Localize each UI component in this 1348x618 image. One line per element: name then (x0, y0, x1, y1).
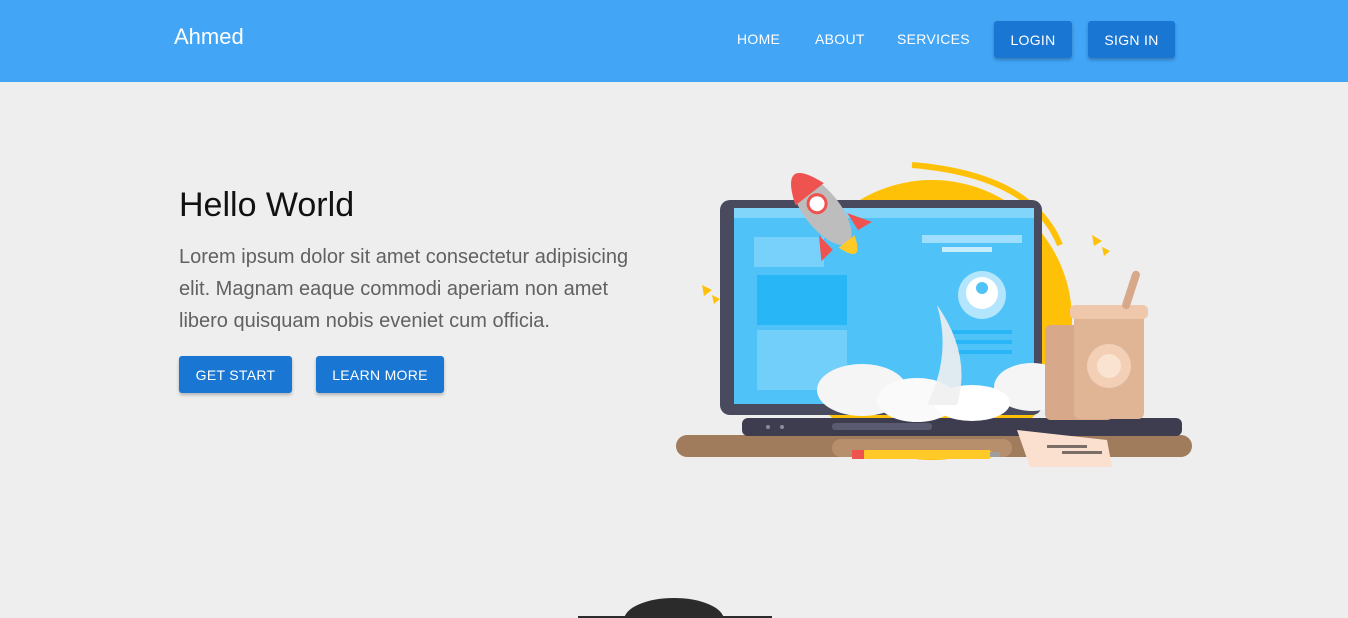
hero-title: Hello World (179, 186, 355, 224)
top-navbar: Ahmed HOME ABOUT SERVICES LOGIN SIGN IN (0, 0, 1348, 82)
bottom-decoration-shape (578, 598, 772, 618)
laptop-rocket-illustration (676, 162, 1192, 467)
nav-home-link[interactable]: HOME (737, 31, 780, 47)
brand-logo[interactable]: Ahmed (174, 24, 244, 50)
learn-more-button[interactable]: LEARN MORE (316, 356, 444, 393)
get-start-button[interactable]: GET START (179, 356, 292, 393)
laptop-base-shape (742, 418, 1182, 436)
nav-about-link[interactable]: ABOUT (815, 31, 865, 47)
nav-services-link[interactable]: SERVICES (897, 31, 970, 47)
hero-description: Lorem ipsum dolor sit amet consectetur a… (179, 246, 629, 332)
pencil-icon (862, 450, 992, 459)
sign-in-button[interactable]: SIGN IN (1088, 21, 1175, 58)
login-button[interactable]: LOGIN (994, 21, 1072, 58)
